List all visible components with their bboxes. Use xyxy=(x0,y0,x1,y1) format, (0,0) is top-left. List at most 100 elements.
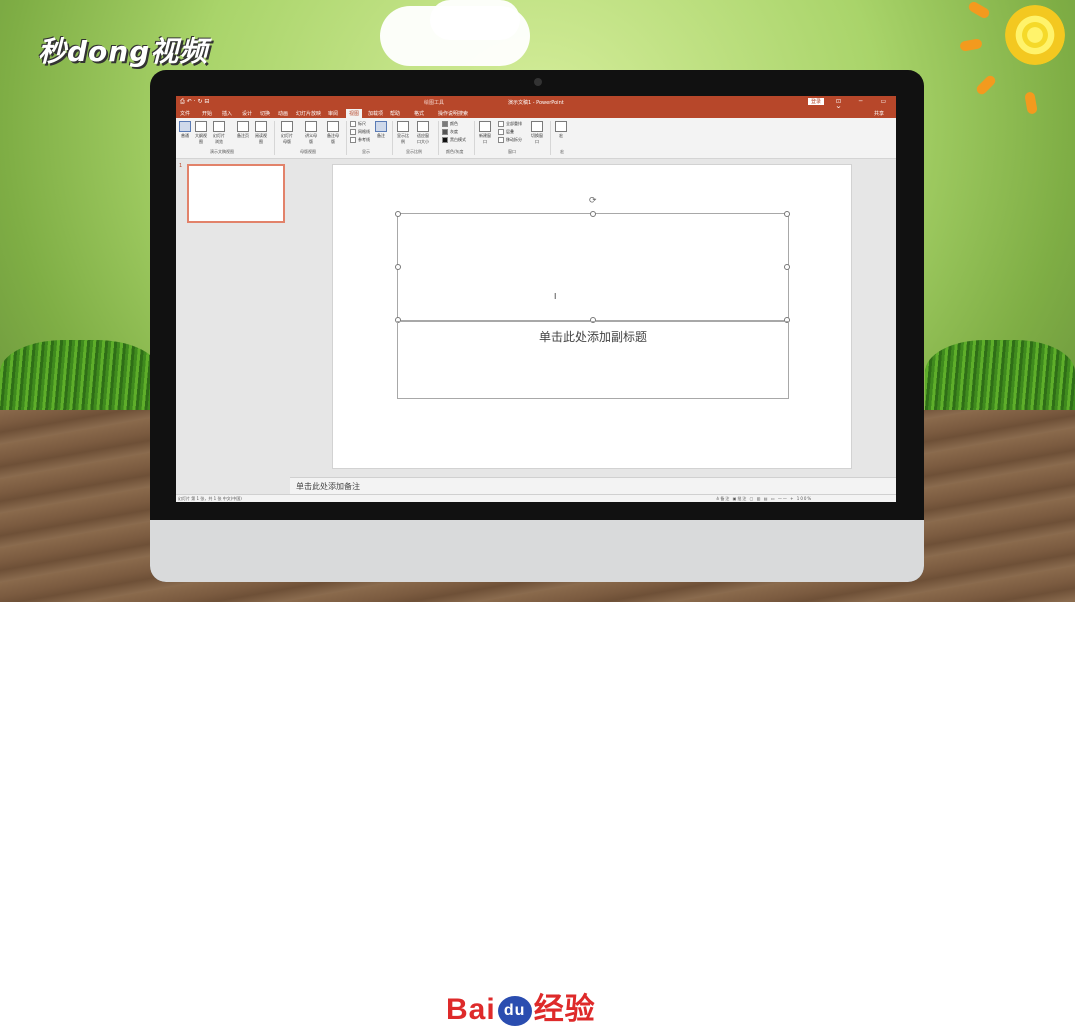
black-white-button[interactable]: 黑白模式 xyxy=(442,137,466,143)
window-title: 演示文稿1 - PowerPoint xyxy=(508,100,564,106)
resize-handle[interactable] xyxy=(395,264,401,270)
cascade-icon xyxy=(498,129,504,135)
login-button[interactable]: 登录 xyxy=(808,98,825,105)
group-label-zoom: 显示比例 xyxy=(406,149,422,154)
tab-format[interactable]: 格式 xyxy=(414,110,424,117)
ribbon-view: 普通 大纲视图 幻灯片浏览 备注页 阅读视图 演示文稿视图 幻灯片母版 讲义母版… xyxy=(176,118,896,159)
guides-checkbox[interactable]: 参考线 xyxy=(350,137,370,143)
checkbox-icon xyxy=(350,129,356,135)
tab-addins[interactable]: 加载项 xyxy=(368,110,383,117)
status-slide-info: 幻灯片 第 1 张，共 1 张 中文(中国) xyxy=(178,496,242,501)
subtitle-placeholder[interactable]: 单击此处添加副标题 xyxy=(397,321,789,399)
notes-toggle-button[interactable]: 备注 xyxy=(374,121,388,139)
group-separator xyxy=(274,121,275,155)
tab-file[interactable]: 文件 xyxy=(180,110,190,117)
slide-number: 1 xyxy=(179,163,183,169)
grass-decoration xyxy=(925,340,1075,420)
switch-windows-icon xyxy=(531,121,543,132)
tab-slideshow[interactable]: 幻灯片放映 xyxy=(296,110,321,117)
slide-edit-area: ⟳ I 单击此处添加副标题 xyxy=(290,159,896,476)
slide-sorter-icon xyxy=(213,121,225,132)
contextual-tools-label: 绘图工具 xyxy=(424,100,445,106)
group-separator xyxy=(550,121,551,155)
title-placeholder[interactable]: I xyxy=(395,211,790,323)
macros-button[interactable]: 宏 xyxy=(554,121,568,139)
slide-canvas[interactable]: ⟳ I 单击此处添加副标题 xyxy=(332,164,852,469)
monitor-chin: Bai du 经验 xyxy=(150,520,924,1027)
powerpoint-window: ⎙ ↶ · ↻ ⊟ 绘图工具 演示文稿1 - PowerPoint 登录 ⊡ ─… xyxy=(176,96,896,502)
color-swatch-icon xyxy=(442,121,448,127)
outline-view-icon xyxy=(195,121,207,132)
move-split-button[interactable]: 移动拆分 xyxy=(498,137,522,143)
group-label-window: 窗口 xyxy=(508,149,516,154)
notes-icon xyxy=(375,121,387,132)
fit-window-button[interactable]: 适应窗口大小 xyxy=(416,121,430,145)
cloud-decoration xyxy=(430,0,520,40)
color-button[interactable]: 颜色 xyxy=(442,121,458,127)
status-bar: 幻灯片 第 1 张，共 1 张 中文(中国) ≜备注 ▣批注 ▢ ▥ ▤ ▭ —… xyxy=(176,494,896,502)
gridlines-checkbox[interactable]: 网格线 xyxy=(350,129,370,135)
tell-me-search[interactable]: 操作说明搜索 xyxy=(438,110,468,117)
share-button[interactable]: 共享 xyxy=(874,110,884,117)
camera-dot xyxy=(534,78,542,86)
bw-swatch-icon xyxy=(442,137,448,143)
notes-pane[interactable]: 单击此处添加备注 xyxy=(290,477,896,495)
ruler-checkbox[interactable]: 标尺 xyxy=(350,121,366,127)
grass-decoration xyxy=(0,340,160,420)
watermark-logo: 秒dong视频 xyxy=(38,35,209,68)
tab-review[interactable]: 审阅 xyxy=(328,110,338,117)
group-label-macros: 宏 xyxy=(560,149,564,154)
checkbox-icon xyxy=(350,121,356,127)
ribbon-tabs: 文件 开始 插入 设计 切换 动画 幻灯片放映 审阅 视图 加载项 帮助 格式 … xyxy=(176,108,896,119)
tab-help[interactable]: 帮助 xyxy=(390,110,400,117)
resize-handle[interactable] xyxy=(784,264,790,270)
slide-sorter-button[interactable]: 幻灯片浏览 xyxy=(212,121,226,145)
zoom-magnifier-icon xyxy=(397,121,409,132)
rotate-handle-icon[interactable]: ⟳ xyxy=(589,196,597,206)
slide-thumbnail-pane: 1 xyxy=(176,159,288,494)
grayscale-button[interactable]: 灰度 xyxy=(442,129,458,135)
group-separator xyxy=(474,121,475,155)
tab-transitions[interactable]: 切换 xyxy=(260,110,270,117)
cascade-button[interactable]: 层叠 xyxy=(498,129,514,135)
status-view-controls[interactable]: ≜备注 ▣批注 ▢ ▥ ▤ ▭ —— + 100% xyxy=(716,496,812,502)
fit-window-icon xyxy=(417,121,429,132)
arrange-all-button[interactable]: 全部重排 xyxy=(498,121,522,127)
resize-handle[interactable] xyxy=(590,211,596,217)
normal-view-button[interactable]: 普通 xyxy=(178,121,192,139)
group-separator xyxy=(392,121,393,155)
handout-master-button[interactable]: 讲义母版 xyxy=(304,121,318,145)
macros-icon xyxy=(555,121,567,132)
checkbox-icon xyxy=(350,137,356,143)
text-cursor-icon: I xyxy=(554,292,557,301)
slide-master-button[interactable]: 幻灯片母版 xyxy=(280,121,294,145)
slide-master-icon xyxy=(281,121,293,132)
resize-handle[interactable] xyxy=(395,211,401,217)
group-label-color: 颜色/灰度 xyxy=(446,149,464,154)
zoom-button[interactable]: 显示比例 xyxy=(396,121,410,145)
group-label-show: 显示 xyxy=(362,149,370,154)
group-separator xyxy=(346,121,347,155)
tab-design[interactable]: 设计 xyxy=(242,110,252,117)
reading-view-button[interactable]: 阅读视图 xyxy=(254,121,268,145)
notes-placeholder-text: 单击此处添加备注 xyxy=(296,482,360,491)
new-window-button[interactable]: 新建窗口 xyxy=(478,121,492,145)
subtitle-placeholder-text: 单击此处添加副标题 xyxy=(538,330,647,344)
reading-view-icon xyxy=(255,121,267,132)
slide-thumbnail[interactable] xyxy=(187,164,285,223)
title-bar: ⎙ ↶ · ↻ ⊟ 绘图工具 演示文稿1 - PowerPoint 登录 ⊡ ─… xyxy=(176,96,896,112)
tab-home[interactable]: 开始 xyxy=(202,110,212,117)
move-split-icon xyxy=(498,137,504,143)
resize-handle[interactable] xyxy=(784,211,790,217)
notes-master-icon xyxy=(327,121,339,132)
notes-page-button[interactable]: 备注页 xyxy=(236,121,250,139)
tab-animations[interactable]: 动画 xyxy=(278,110,288,117)
outline-view-button[interactable]: 大纲视图 xyxy=(194,121,208,145)
switch-windows-button[interactable]: 切换窗口 xyxy=(530,121,544,145)
group-separator xyxy=(438,121,439,155)
notes-page-icon xyxy=(237,121,249,132)
arrange-all-icon xyxy=(498,121,504,127)
tab-insert[interactable]: 插入 xyxy=(222,110,232,117)
notes-master-button[interactable]: 备注母版 xyxy=(326,121,340,145)
quick-access-toolbar[interactable]: ⎙ ↶ · ↻ ⊟ xyxy=(180,98,209,106)
